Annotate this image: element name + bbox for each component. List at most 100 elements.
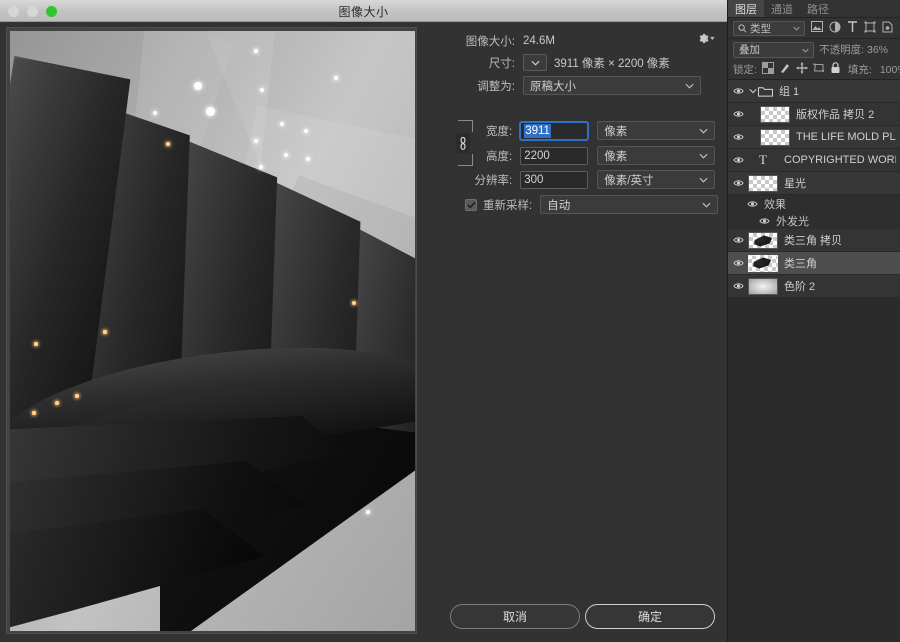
resample-select[interactable]: 自动 — [540, 195, 719, 214]
resolution-unit-value: 像素/英寸 — [604, 174, 654, 187]
preview-star — [284, 153, 288, 157]
lock-artboard-nesting-icon[interactable] — [813, 62, 825, 77]
layer-filter-select[interactable]: 类型 — [733, 20, 805, 36]
preview-star — [75, 394, 79, 398]
adjustment-filter-icon[interactable] — [829, 21, 841, 36]
resample-value: 自动 — [547, 199, 571, 212]
eye-icon[interactable] — [754, 217, 774, 225]
layer-row[interactable]: T COPYRIGHTED WORKS — [728, 149, 900, 172]
width-input[interactable]: 3911 — [520, 121, 589, 140]
dimensions-dropdown-button[interactable] — [523, 54, 547, 71]
tab-paths[interactable]: 路径 — [800, 0, 836, 17]
image-size-value: 24.6M — [523, 34, 555, 47]
resolution-input[interactable]: 300 — [520, 170, 589, 189]
cancel-button[interactable]: 取消 — [450, 604, 580, 629]
chevron-down-icon — [699, 125, 708, 137]
layer-name: 类三角 拷贝 — [784, 235, 843, 247]
dimensions-row: 尺寸: 3911 像素 × 2200 像素 — [425, 53, 715, 72]
eye-icon[interactable] — [728, 87, 748, 95]
preview-star — [34, 342, 38, 346]
layer-thumbnail[interactable] — [760, 128, 790, 146]
resample-label: 重新采样: — [483, 199, 533, 212]
layer-row[interactable]: 外发光 — [728, 212, 900, 229]
lock-transparent-pixels-icon[interactable] — [761, 62, 774, 77]
layer-thumbnail[interactable] — [760, 105, 790, 123]
layer-thumbnail[interactable] — [748, 254, 778, 272]
layer-row[interactable]: 星光 — [728, 172, 900, 195]
resolution-unit-select[interactable]: 像素/英寸 — [597, 170, 715, 189]
layer-row[interactable]: 色阶 2 — [728, 275, 900, 298]
eye-icon[interactable] — [728, 133, 748, 141]
width-value: 3911 — [524, 123, 551, 138]
layer-filter-row: 类型 — [728, 18, 900, 39]
layer-thumbnail-content — [754, 235, 773, 247]
lock-position-icon[interactable] — [796, 62, 808, 77]
preview-star — [334, 76, 338, 80]
layer-row[interactable]: 效果 — [728, 195, 900, 212]
layer-row[interactable]: THE LIFE MOLD PLATE — [728, 126, 900, 149]
chevron-down-icon — [802, 44, 809, 56]
lock-all-icon[interactable] — [830, 62, 841, 77]
resolution-label: 分辨率: — [474, 174, 513, 187]
width-row: 宽度: 3911 像素 — [425, 121, 715, 140]
layer-name: 组 1 — [779, 86, 800, 98]
layer-row[interactable]: 类三角 拷贝 — [728, 229, 900, 252]
eye-icon[interactable] — [728, 156, 748, 164]
image-size-fields: 图像大小: 24.6M 尺寸: 3911 像素 × 2200 像素 调整为: 原… — [425, 22, 725, 642]
text-filter-icon[interactable] — [847, 20, 858, 36]
window-titlebar: 图像大小 — [0, 0, 727, 22]
layers-list: 组 1 版权作品 拷贝 2 THE LIFE MOLD PLATE T COPYRIGH… — [728, 80, 900, 298]
layer-row[interactable]: 组 1 — [728, 80, 900, 103]
preview-star — [352, 301, 356, 305]
fill-value[interactable]: 100% — [880, 64, 900, 76]
lock-image-pixels-icon[interactable] — [779, 62, 791, 77]
eye-icon[interactable] — [728, 282, 748, 290]
layer-thumbnail[interactable] — [748, 277, 778, 295]
tab-channels[interactable]: 通道 — [764, 0, 800, 17]
height-value: 2200 — [524, 149, 550, 162]
ok-button[interactable]: 确定 — [585, 604, 715, 629]
layer-name: 类三角 — [784, 258, 817, 270]
eye-icon[interactable] — [728, 179, 748, 187]
eye-icon[interactable] — [728, 259, 748, 267]
image-size-row: 图像大小: 24.6M — [425, 31, 715, 50]
shape-filter-icon[interactable] — [864, 21, 876, 36]
layer-row[interactable]: 类三角 — [728, 252, 900, 275]
height-input[interactable]: 2200 — [520, 146, 589, 165]
layer-row[interactable]: 版权作品 拷贝 2 — [728, 103, 900, 126]
height-unit-select[interactable]: 像素 — [597, 146, 715, 165]
image-preview-frame[interactable] — [6, 27, 417, 634]
blend-mode-row: 叠加 不透明度: 36% — [728, 39, 900, 60]
fill-label: 填充: — [847, 64, 872, 76]
chevron-down-icon[interactable] — [748, 88, 758, 94]
image-filter-icon[interactable] — [811, 21, 823, 35]
smart-object-filter-icon[interactable] — [882, 21, 893, 36]
fit-to-label: 调整为: — [477, 80, 515, 93]
tab-layers[interactable]: 图层 — [728, 0, 764, 17]
layer-thumbnail[interactable] — [748, 231, 778, 249]
blend-mode-select[interactable]: 叠加 — [733, 41, 815, 58]
gear-icon[interactable] — [697, 30, 715, 46]
eye-icon[interactable] — [728, 110, 748, 118]
fit-to-select[interactable]: 原稿大小 — [523, 76, 701, 95]
chevron-down-icon — [685, 80, 694, 92]
layer-thumbnail[interactable] — [748, 174, 778, 192]
dimensions-value: 3911 像素 × 2200 像素 — [554, 57, 670, 70]
image-preview[interactable] — [10, 31, 415, 631]
opacity-value[interactable]: 36% — [867, 44, 895, 56]
eye-icon[interactable] — [728, 236, 748, 244]
layer-thumbnail-content — [753, 257, 772, 269]
layer-name: THE LIFE MOLD PLATE — [796, 131, 896, 143]
preview-star — [153, 111, 157, 115]
resample-checkbox[interactable] — [465, 198, 477, 211]
resolution-value: 300 — [524, 173, 544, 186]
layer-filter-icons — [811, 20, 893, 36]
photoshop-image-size-window: 图像大小 图像大小: 24.6M 尺寸: 3911 像素 × 2200 像素 调… — [0, 0, 900, 642]
height-row: 高度: 2200 像素 — [425, 146, 715, 165]
folder-icon — [758, 85, 774, 97]
dimensions-label: 尺寸: — [488, 57, 515, 70]
eye-icon[interactable] — [742, 200, 762, 208]
layer-name: 外发光 — [776, 215, 809, 228]
width-unit-select[interactable]: 像素 — [597, 121, 715, 140]
image-size-label: 图像大小: — [465, 35, 515, 48]
